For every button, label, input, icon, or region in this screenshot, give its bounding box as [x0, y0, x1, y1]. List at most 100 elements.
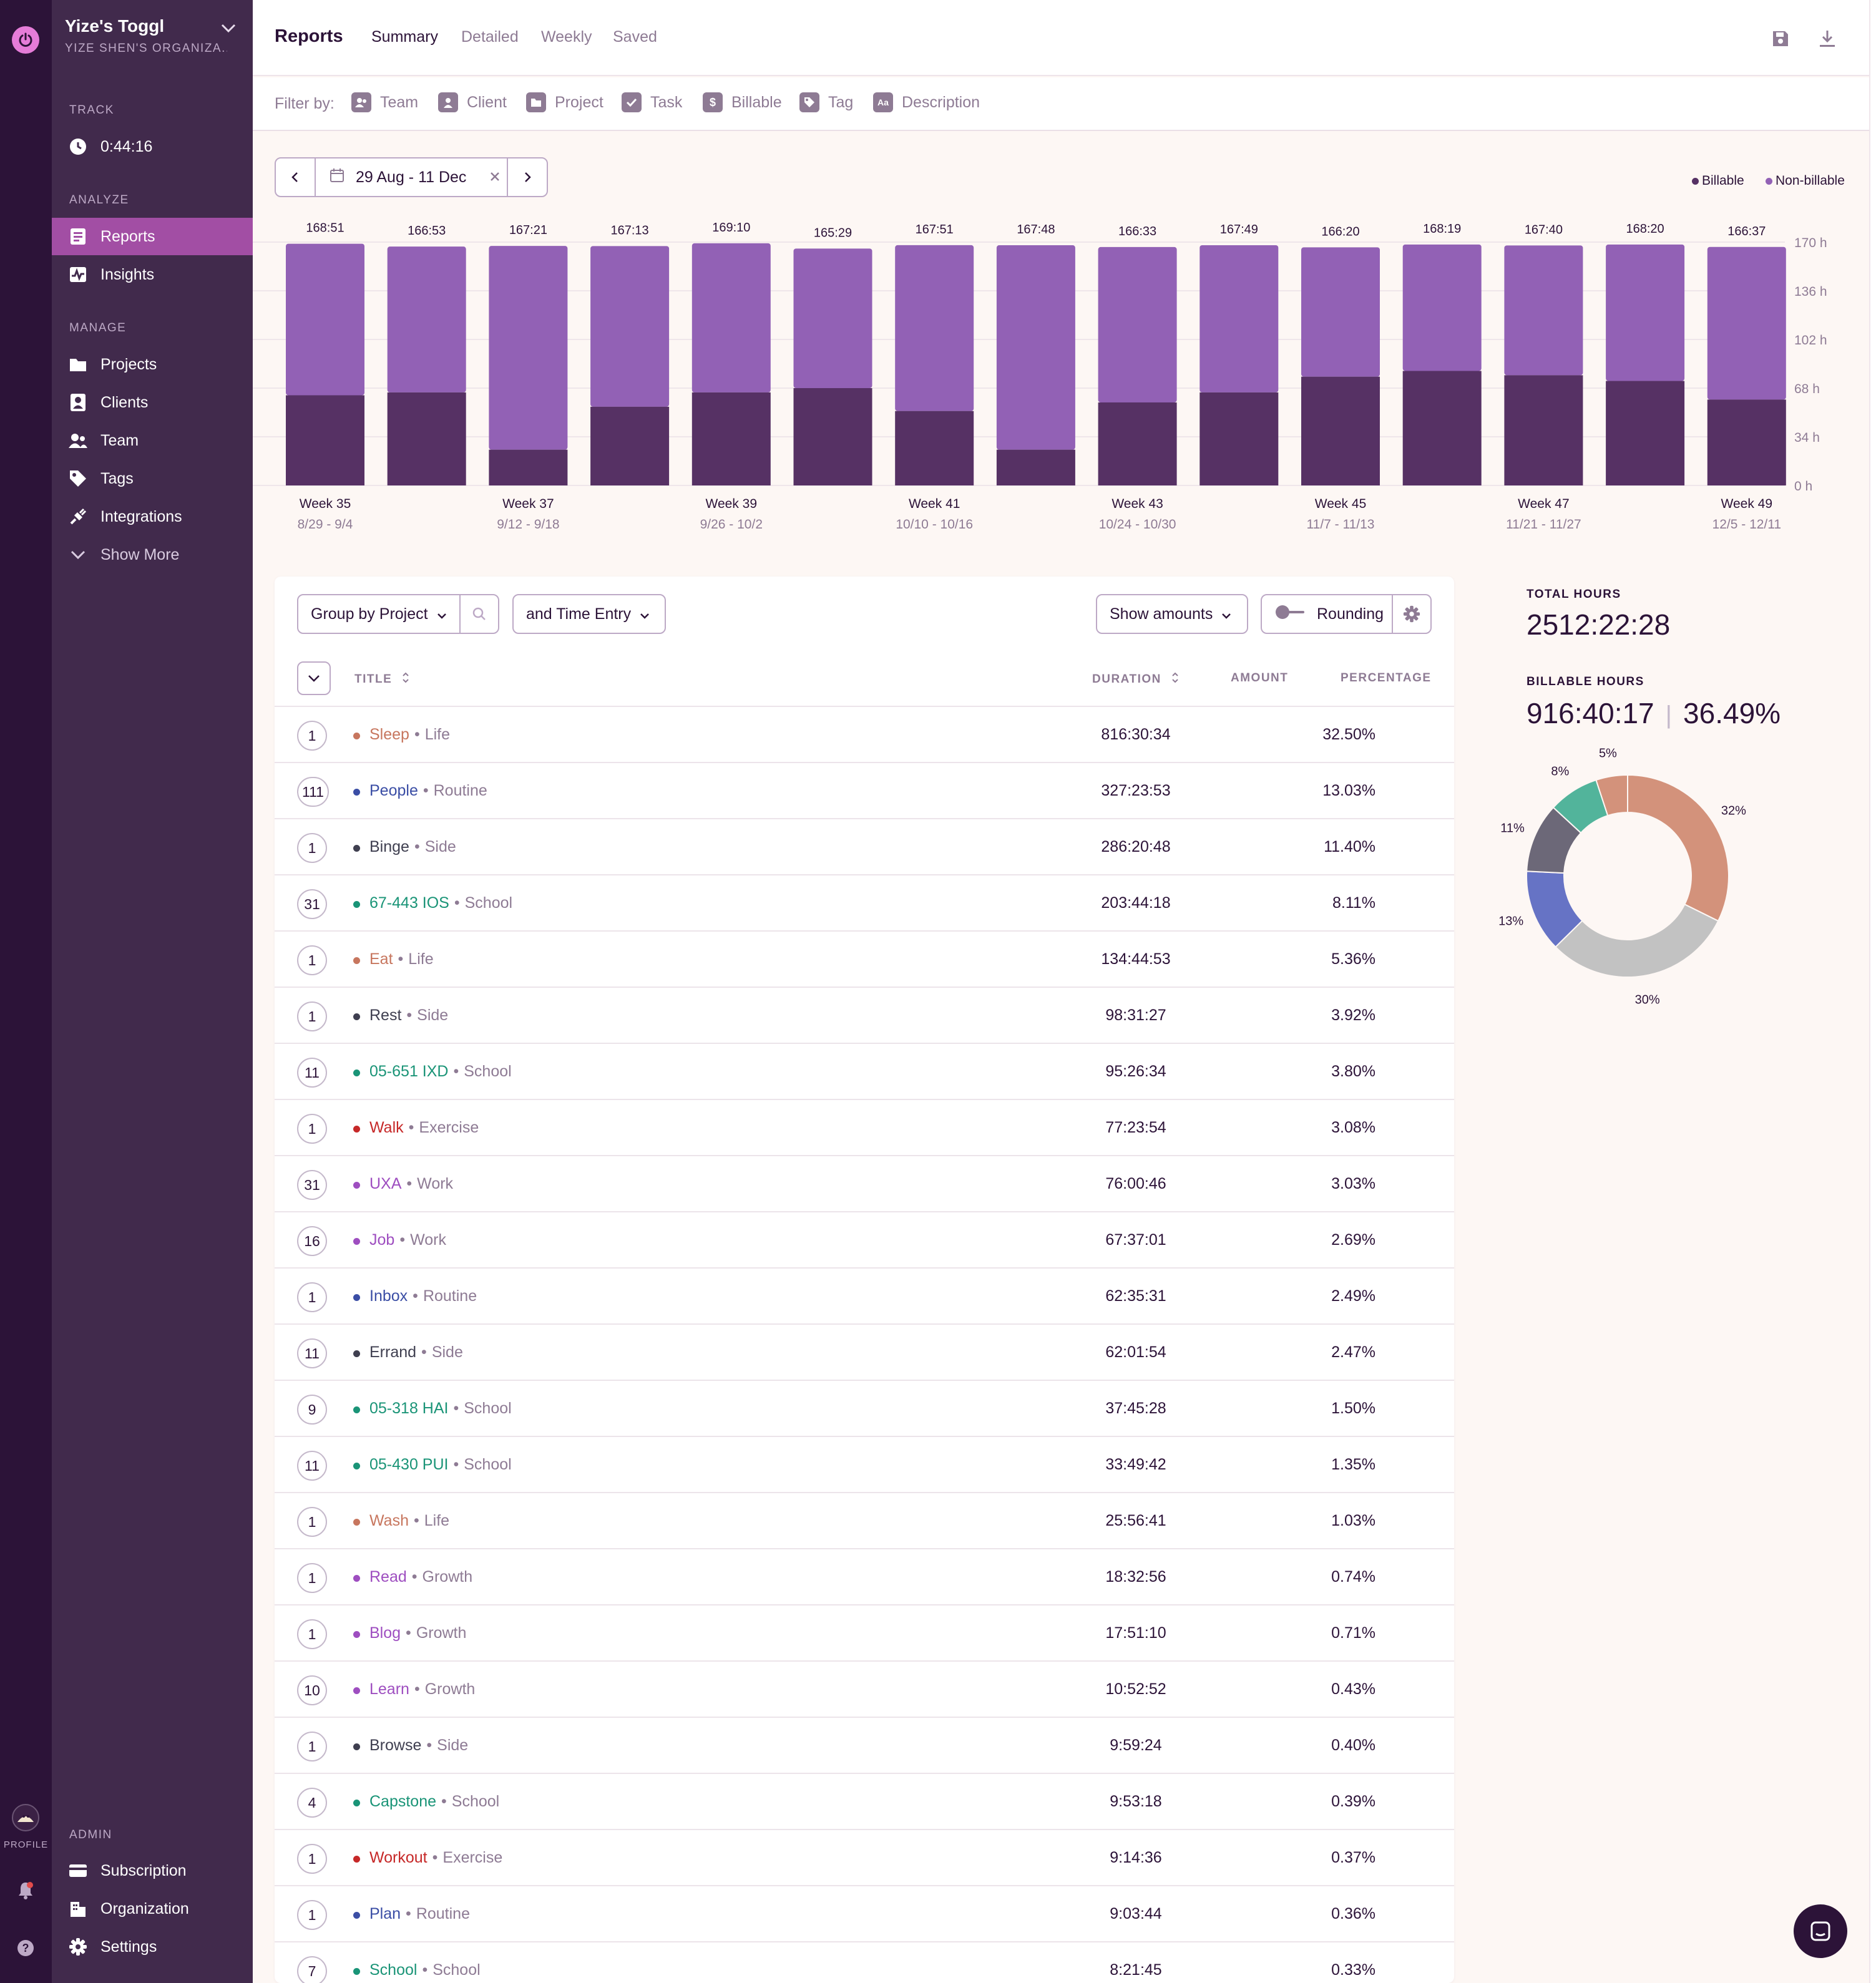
- entry-count-badge[interactable]: 31: [297, 889, 327, 919]
- filter-client[interactable]: Client: [438, 92, 507, 112]
- bar-billable[interactable]: [1504, 375, 1583, 485]
- week-bar[interactable]: [286, 243, 364, 485]
- project-name[interactable]: Plan: [369, 1905, 401, 1922]
- table-row[interactable]: 10 Learn • Growth 10:52:52 0.43%: [275, 1660, 1454, 1717]
- bar-non-billable[interactable]: [691, 243, 771, 392]
- bar-non-billable[interactable]: [793, 248, 872, 388]
- entry-count-badge[interactable]: 1: [297, 1563, 327, 1593]
- week-bar[interactable]: [1199, 245, 1279, 485]
- entry-count-badge[interactable]: 1: [297, 1282, 327, 1312]
- table-row[interactable]: 1 Rest • Side 98:31:27 3.92%: [275, 987, 1454, 1043]
- help-icon[interactable]: ?: [11, 1936, 40, 1961]
- next-period-button[interactable]: [507, 158, 547, 196]
- previous-period-button[interactable]: [276, 158, 316, 196]
- scrollbar[interactable]: [1869, 0, 1876, 1983]
- entry-count-badge[interactable]: 31: [297, 1170, 327, 1200]
- filter-billable[interactable]: $ Billable: [703, 92, 782, 112]
- bar-billable[interactable]: [793, 388, 872, 485]
- filter-tag[interactable]: Tag: [799, 92, 853, 112]
- sidebar-item-timer[interactable]: 0:44:16: [52, 128, 253, 165]
- entry-count-badge[interactable]: 1: [297, 1114, 327, 1144]
- project-name[interactable]: Errand: [369, 1343, 416, 1361]
- project-name[interactable]: Capstone: [369, 1793, 436, 1810]
- table-row[interactable]: 16 Job • Work 67:37:01 2.69%: [275, 1211, 1454, 1267]
- project-name[interactable]: 05-651 IXD: [369, 1063, 448, 1080]
- tab-weekly[interactable]: Weekly: [541, 28, 592, 46]
- table-row[interactable]: 9 05-318 HAI • School 37:45:28 1.50%: [275, 1380, 1454, 1436]
- week-bar[interactable]: [1402, 244, 1482, 485]
- sidebar-item-team[interactable]: Team: [52, 422, 253, 459]
- project-name[interactable]: Inbox: [369, 1287, 408, 1305]
- entry-count-badge[interactable]: 1: [297, 945, 327, 975]
- project-name[interactable]: Workout: [369, 1849, 427, 1866]
- rounding-toggle[interactable]: Rounding: [1261, 594, 1393, 634]
- table-row[interactable]: 1 Inbox • Routine 62:35:31 2.49%: [275, 1267, 1454, 1323]
- sidebar-item-integrations[interactable]: Integrations: [52, 498, 253, 535]
- show-amounts-select[interactable]: Show amounts: [1096, 594, 1248, 634]
- sidebar-item-subscription[interactable]: Subscription: [52, 1852, 253, 1889]
- week-bar[interactable]: [691, 243, 771, 485]
- bar-non-billable[interactable]: [286, 243, 364, 396]
- table-row[interactable]: 4 Capstone • School 9:53:18 0.39%: [275, 1773, 1454, 1829]
- chevron-down-icon[interactable]: [220, 22, 237, 37]
- week-bar[interactable]: [489, 246, 568, 485]
- table-row[interactable]: 1 Walk • Exercise 77:23:54 3.08%: [275, 1099, 1454, 1155]
- week-bar[interactable]: [1606, 244, 1685, 485]
- column-title[interactable]: TITLE: [354, 671, 409, 688]
- entry-count-badge[interactable]: 16: [297, 1226, 327, 1256]
- bar-billable[interactable]: [286, 395, 364, 485]
- bar-billable[interactable]: [387, 392, 466, 485]
- bar-billable[interactable]: [1402, 371, 1482, 485]
- sidebar-item-projects[interactable]: Projects: [52, 346, 253, 383]
- tab-summary[interactable]: Summary: [371, 28, 438, 46]
- table-row[interactable]: 11 05-651 IXD • School 95:26:34 3.80%: [275, 1043, 1454, 1099]
- project-name[interactable]: Eat: [369, 950, 393, 968]
- bar-non-billable[interactable]: [590, 246, 670, 407]
- profile-avatar[interactable]: [11, 1803, 40, 1832]
- table-row[interactable]: 1 Browse • Side 9:59:24 0.40%: [275, 1717, 1454, 1773]
- search-button[interactable]: [459, 594, 499, 634]
- tab-detailed[interactable]: Detailed: [461, 28, 519, 46]
- table-row[interactable]: 1 Wash • Life 25:56:41 1.03%: [275, 1492, 1454, 1548]
- table-row[interactable]: 11 Errand • Side 62:01:54 2.47%: [275, 1323, 1454, 1380]
- bar-non-billable[interactable]: [1504, 245, 1583, 376]
- project-name[interactable]: School: [369, 1961, 417, 1979]
- project-name[interactable]: 05-430 PUI: [369, 1456, 448, 1473]
- entry-count-badge[interactable]: 11: [297, 1451, 327, 1481]
- bar-billable[interactable]: [590, 406, 670, 485]
- entry-count-badge[interactable]: 4: [297, 1788, 327, 1818]
- week-bar[interactable]: [387, 246, 466, 485]
- project-name[interactable]: 67-443 IOS: [369, 894, 449, 912]
- donut-segment[interactable]: [1555, 903, 1719, 978]
- export-button[interactable]: [1814, 25, 1841, 52]
- entry-count-badge[interactable]: 1: [297, 1900, 327, 1930]
- donut-segment[interactable]: [1627, 774, 1729, 922]
- bar-billable[interactable]: [1301, 376, 1380, 485]
- project-name[interactable]: UXA: [369, 1175, 401, 1192]
- project-name[interactable]: 05-318 HAI: [369, 1400, 448, 1417]
- project-name[interactable]: Job: [369, 1231, 394, 1249]
- sidebar-item-reports[interactable]: Reports: [52, 218, 253, 255]
- sub-group-select[interactable]: and Time Entry: [512, 594, 666, 634]
- bar-non-billable[interactable]: [1606, 244, 1685, 381]
- table-row[interactable]: 7 School • School 8:21:45 0.33%: [275, 1941, 1454, 1983]
- table-row[interactable]: 1 Blog • Growth 17:51:10 0.71%: [275, 1604, 1454, 1660]
- group-by-select[interactable]: Group by Project: [297, 594, 461, 634]
- project-name[interactable]: Read: [369, 1568, 407, 1586]
- project-name[interactable]: Browse: [369, 1737, 421, 1754]
- bar-billable[interactable]: [895, 411, 974, 485]
- entry-count-badge[interactable]: 1: [297, 1507, 327, 1537]
- sidebar-item-show-more[interactable]: Show More: [52, 536, 253, 573]
- bell-icon[interactable]: [11, 1878, 40, 1903]
- entry-count-badge[interactable]: 111: [297, 777, 329, 807]
- week-bar[interactable]: [793, 248, 872, 485]
- filter-project[interactable]: Project: [526, 92, 603, 112]
- clear-icon[interactable]: [489, 168, 501, 187]
- bar-billable[interactable]: [691, 392, 771, 485]
- bar-non-billable[interactable]: [895, 245, 974, 411]
- sidebar-item-insights[interactable]: Insights: [52, 256, 253, 293]
- filter-task[interactable]: Task: [622, 92, 682, 112]
- table-row[interactable]: 1 Eat • Life 134:44:53 5.36%: [275, 930, 1454, 987]
- chat-support-button[interactable]: [1794, 1904, 1847, 1958]
- bar-non-billable[interactable]: [1301, 247, 1380, 377]
